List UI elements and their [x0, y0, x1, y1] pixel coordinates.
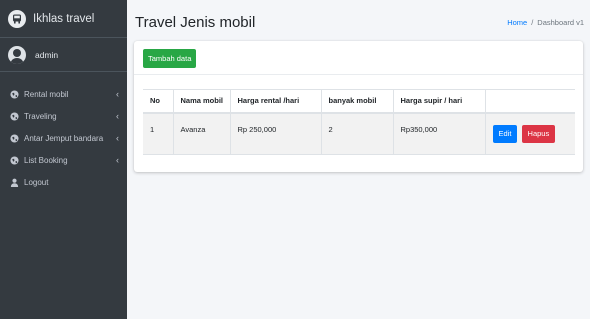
column-header-harga-rental: Harga rental /hari	[229, 89, 321, 114]
sidebar-item-rental-mobil[interactable]: Rental mobil ‹	[0, 83, 127, 105]
user-icon	[9, 177, 19, 187]
delete-button[interactable]: Hapus	[521, 124, 556, 143]
card-header: Tambah data	[134, 41, 583, 75]
sidebar-item-label: Traveling	[24, 111, 57, 121]
cell-harga-supir: Rp350,000	[392, 112, 485, 155]
column-header-harga-supir: Harga supir / hari	[392, 89, 485, 114]
breadcrumb: Home / Dashboard v1	[507, 18, 584, 27]
sidebar-nav: Rental mobil ‹ Traveling ‹ Antar Jemput …	[0, 72, 127, 193]
globe-icon	[9, 133, 19, 143]
chevron-left-icon: ‹	[116, 89, 119, 99]
breadcrumb-home-link[interactable]: Home	[507, 18, 527, 27]
edit-button[interactable]: Edit	[492, 124, 518, 143]
chevron-left-icon: ‹	[116, 133, 119, 143]
breadcrumb-current: Dashboard v1	[537, 18, 584, 27]
sidebar-item-list-booking[interactable]: List Booking ‹	[0, 149, 127, 171]
column-header-banyak-mobil: banyak mobil	[320, 89, 393, 114]
page-title: Travel Jenis mobil	[135, 14, 256, 31]
car-type-table: No Nama mobil Harga rental /hari banyak …	[143, 89, 575, 155]
avatar	[8, 45, 26, 64]
sidebar-item-antar-jemput-bandara[interactable]: Antar Jemput bandara ‹	[0, 127, 127, 149]
cell-no: 1	[143, 112, 173, 155]
table-header-row: No Nama mobil Harga rental /hari banyak …	[143, 89, 575, 114]
chevron-left-icon: ‹	[116, 111, 119, 121]
globe-icon	[9, 155, 19, 165]
sidebar-item-label: Antar Jemput bandara	[24, 133, 104, 143]
cell-banyak-mobil: 2	[320, 112, 393, 155]
cell-nama-mobil: Avanza	[172, 112, 230, 155]
column-header-nama-mobil: Nama mobil	[172, 89, 230, 114]
table-row: 1 Avanza Rp 250,000 2 Rp350,000 Edit Hap…	[143, 112, 575, 155]
globe-icon	[9, 89, 19, 99]
bus-logo-icon	[8, 9, 26, 28]
brand-link[interactable]: Ikhlas travel	[0, 0, 127, 38]
breadcrumb-separator: /	[531, 18, 534, 27]
brand-name: Ikhlas travel	[33, 12, 95, 25]
chevron-left-icon: ‹	[116, 155, 119, 165]
sidebar-item-label: Rental mobil	[24, 89, 69, 99]
main-content: Travel Jenis mobil Home / Dashboard v1 T…	[127, 0, 590, 319]
add-data-button[interactable]: Tambah data	[143, 49, 197, 68]
cell-actions: Edit Hapus	[484, 112, 575, 155]
user-panel[interactable]: admin	[0, 38, 127, 72]
sidebar-item-logout[interactable]: Logout	[0, 171, 127, 193]
user-name[interactable]: admin	[35, 50, 58, 60]
sidebar-item-label: List Booking	[24, 155, 68, 165]
column-header-actions	[484, 89, 575, 114]
sidebar-item-traveling[interactable]: Traveling ‹	[0, 105, 127, 127]
globe-icon	[9, 111, 19, 121]
cell-harga-rental: Rp 250,000	[229, 112, 321, 155]
sidebar-item-label: Logout	[24, 177, 49, 187]
column-header-no: No	[143, 89, 173, 114]
data-card: Tambah data No Nama mobil Harga rental /…	[134, 41, 583, 172]
sidebar: Ikhlas travel admin Rental mobil ‹ Trave…	[0, 0, 127, 319]
